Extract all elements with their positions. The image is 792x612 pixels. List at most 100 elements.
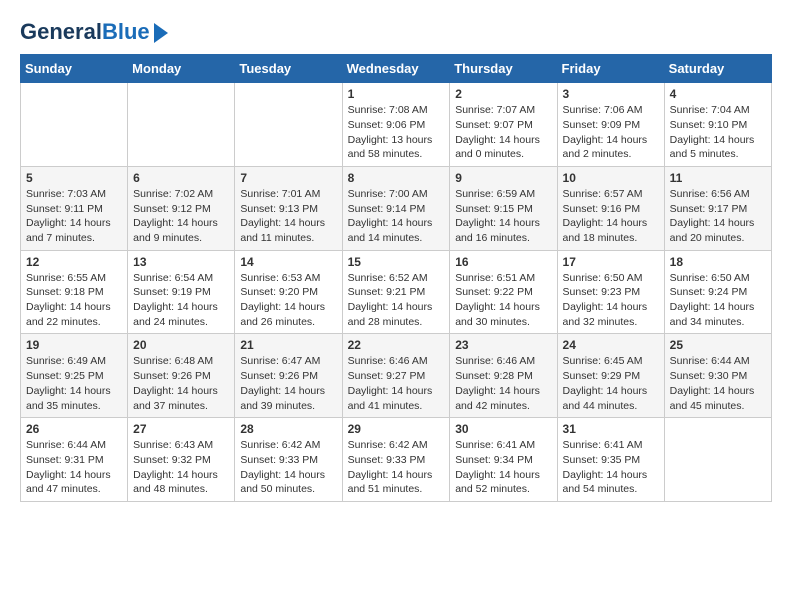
calendar-cell: 2 Sunrise: 7:07 AMSunset: 9:07 PMDaylight…	[450, 83, 557, 167]
calendar-week-2: 5 Sunrise: 7:03 AMSunset: 9:11 PMDaylight…	[21, 166, 772, 250]
calendar-cell: 11 Sunrise: 6:56 AMSunset: 9:17 PMDayligh…	[664, 166, 771, 250]
day-number: 9	[455, 171, 551, 185]
cell-info: Sunrise: 6:56 AMSunset: 9:17 PMDaylight:…	[670, 187, 766, 246]
cell-info: Sunrise: 7:06 AMSunset: 9:09 PMDaylight:…	[563, 103, 659, 162]
calendar-table: SundayMondayTuesdayWednesdayThursdayFrid…	[20, 54, 772, 502]
day-number: 17	[563, 255, 659, 269]
day-number: 19	[26, 338, 122, 352]
calendar-cell	[235, 83, 342, 167]
cell-info: Sunrise: 6:50 AMSunset: 9:23 PMDaylight:…	[563, 271, 659, 330]
calendar-cell: 30 Sunrise: 6:41 AMSunset: 9:34 PMDayligh…	[450, 418, 557, 502]
cell-info: Sunrise: 7:03 AMSunset: 9:11 PMDaylight:…	[26, 187, 122, 246]
logo: GeneralBlue	[20, 20, 168, 44]
cell-info: Sunrise: 7:02 AMSunset: 9:12 PMDaylight:…	[133, 187, 229, 246]
cell-info: Sunrise: 6:49 AMSunset: 9:25 PMDaylight:…	[26, 354, 122, 413]
day-number: 20	[133, 338, 229, 352]
day-number: 31	[563, 422, 659, 436]
cell-info: Sunrise: 6:53 AMSunset: 9:20 PMDaylight:…	[240, 271, 336, 330]
day-number: 30	[455, 422, 551, 436]
calendar-cell: 4 Sunrise: 7:04 AMSunset: 9:10 PMDaylight…	[664, 83, 771, 167]
day-number: 13	[133, 255, 229, 269]
calendar-cell: 25 Sunrise: 6:44 AMSunset: 9:30 PMDayligh…	[664, 334, 771, 418]
day-number: 3	[563, 87, 659, 101]
calendar-cell: 1Sunrise: 7:08 AMSunset: 9:06 PMDaylight…	[342, 83, 450, 167]
header-tuesday: Tuesday	[235, 55, 342, 83]
cell-info: Sunrise: 6:46 AMSunset: 9:28 PMDaylight:…	[455, 354, 551, 413]
calendar-cell	[21, 83, 128, 167]
day-number: 25	[670, 338, 766, 352]
day-number: 28	[240, 422, 336, 436]
calendar-cell: 12Sunrise: 6:55 AMSunset: 9:18 PMDayligh…	[21, 250, 128, 334]
calendar-cell: 17 Sunrise: 6:50 AMSunset: 9:23 PMDayligh…	[557, 250, 664, 334]
calendar-cell	[664, 418, 771, 502]
day-number: 2	[455, 87, 551, 101]
day-number: 5	[26, 171, 122, 185]
calendar-cell	[128, 83, 235, 167]
header-saturday: Saturday	[664, 55, 771, 83]
cell-info: Sunrise: 7:01 AMSunset: 9:13 PMDaylight:…	[240, 187, 336, 246]
calendar-cell: 15Sunrise: 6:52 AMSunset: 9:21 PMDayligh…	[342, 250, 450, 334]
calendar-cell: 23 Sunrise: 6:46 AMSunset: 9:28 PMDayligh…	[450, 334, 557, 418]
logo-text: GeneralBlue	[20, 20, 150, 44]
day-number: 24	[563, 338, 659, 352]
day-number: 15	[348, 255, 445, 269]
calendar-cell: 20 Sunrise: 6:48 AMSunset: 9:26 PMDayligh…	[128, 334, 235, 418]
cell-info: Sunrise: 6:43 AMSunset: 9:32 PMDaylight:…	[133, 438, 229, 497]
cell-info: Sunrise: 6:45 AMSunset: 9:29 PMDaylight:…	[563, 354, 659, 413]
calendar-cell: 14 Sunrise: 6:53 AMSunset: 9:20 PMDayligh…	[235, 250, 342, 334]
calendar-cell: 16 Sunrise: 6:51 AMSunset: 9:22 PMDayligh…	[450, 250, 557, 334]
calendar-cell: 6 Sunrise: 7:02 AMSunset: 9:12 PMDaylight…	[128, 166, 235, 250]
day-number: 8	[348, 171, 445, 185]
cell-info: Sunrise: 6:41 AMSunset: 9:35 PMDaylight:…	[563, 438, 659, 497]
day-number: 7	[240, 171, 336, 185]
calendar-week-5: 26 Sunrise: 6:44 AMSunset: 9:31 PMDayligh…	[21, 418, 772, 502]
logo-blue: Blue	[102, 19, 150, 44]
calendar-cell: 13 Sunrise: 6:54 AMSunset: 9:19 PMDayligh…	[128, 250, 235, 334]
calendar-week-1: 1Sunrise: 7:08 AMSunset: 9:06 PMDaylight…	[21, 83, 772, 167]
cell-info: Sunrise: 6:59 AMSunset: 9:15 PMDaylight:…	[455, 187, 551, 246]
logo-arrow-icon	[154, 23, 168, 43]
day-number: 4	[670, 87, 766, 101]
header-thursday: Thursday	[450, 55, 557, 83]
calendar-cell: 31 Sunrise: 6:41 AMSunset: 9:35 PMDayligh…	[557, 418, 664, 502]
cell-info: Sunrise: 6:42 AMSunset: 9:33 PMDaylight:…	[348, 438, 445, 497]
day-number: 14	[240, 255, 336, 269]
calendar-cell: 8 Sunrise: 7:00 AMSunset: 9:14 PMDaylight…	[342, 166, 450, 250]
calendar-cell: 9 Sunrise: 6:59 AMSunset: 9:15 PMDaylight…	[450, 166, 557, 250]
cell-info: Sunrise: 6:48 AMSunset: 9:26 PMDaylight:…	[133, 354, 229, 413]
cell-info: Sunrise: 6:44 AMSunset: 9:31 PMDaylight:…	[26, 438, 122, 497]
header-sunday: Sunday	[21, 55, 128, 83]
cell-info: Sunrise: 6:44 AMSunset: 9:30 PMDaylight:…	[670, 354, 766, 413]
header-wednesday: Wednesday	[342, 55, 450, 83]
day-number: 16	[455, 255, 551, 269]
calendar-cell: 28 Sunrise: 6:42 AMSunset: 9:33 PMDayligh…	[235, 418, 342, 502]
calendar-cell: 21 Sunrise: 6:47 AMSunset: 9:26 PMDayligh…	[235, 334, 342, 418]
cell-info: Sunrise: 7:07 AMSunset: 9:07 PMDaylight:…	[455, 103, 551, 162]
cell-info: Sunrise: 6:51 AMSunset: 9:22 PMDaylight:…	[455, 271, 551, 330]
day-number: 26	[26, 422, 122, 436]
calendar-header-row: SundayMondayTuesdayWednesdayThursdayFrid…	[21, 55, 772, 83]
calendar-cell: 24 Sunrise: 6:45 AMSunset: 9:29 PMDayligh…	[557, 334, 664, 418]
cell-info: Sunrise: 6:46 AMSunset: 9:27 PMDaylight:…	[348, 354, 445, 413]
calendar-cell: 18Sunrise: 6:50 AMSunset: 9:24 PMDayligh…	[664, 250, 771, 334]
cell-info: Sunrise: 7:04 AMSunset: 9:10 PMDaylight:…	[670, 103, 766, 162]
day-number: 21	[240, 338, 336, 352]
page-header: GeneralBlue	[20, 20, 772, 44]
day-number: 22	[348, 338, 445, 352]
cell-info: Sunrise: 6:42 AMSunset: 9:33 PMDaylight:…	[240, 438, 336, 497]
calendar-cell: 7 Sunrise: 7:01 AMSunset: 9:13 PMDaylight…	[235, 166, 342, 250]
cell-info: Sunrise: 6:47 AMSunset: 9:26 PMDaylight:…	[240, 354, 336, 413]
cell-info: Sunrise: 6:54 AMSunset: 9:19 PMDaylight:…	[133, 271, 229, 330]
day-number: 11	[670, 171, 766, 185]
cell-info: Sunrise: 6:41 AMSunset: 9:34 PMDaylight:…	[455, 438, 551, 497]
cell-info: Sunrise: 7:00 AMSunset: 9:14 PMDaylight:…	[348, 187, 445, 246]
cell-info: Sunrise: 6:55 AMSunset: 9:18 PMDaylight:…	[26, 271, 122, 330]
header-monday: Monday	[128, 55, 235, 83]
day-number: 6	[133, 171, 229, 185]
cell-info: Sunrise: 6:57 AMSunset: 9:16 PMDaylight:…	[563, 187, 659, 246]
calendar-cell: 10Sunrise: 6:57 AMSunset: 9:16 PMDayligh…	[557, 166, 664, 250]
cell-info: Sunrise: 7:08 AMSunset: 9:06 PMDaylight:…	[348, 103, 445, 162]
calendar-cell: 26 Sunrise: 6:44 AMSunset: 9:31 PMDayligh…	[21, 418, 128, 502]
day-number: 29	[348, 422, 445, 436]
day-number: 23	[455, 338, 551, 352]
